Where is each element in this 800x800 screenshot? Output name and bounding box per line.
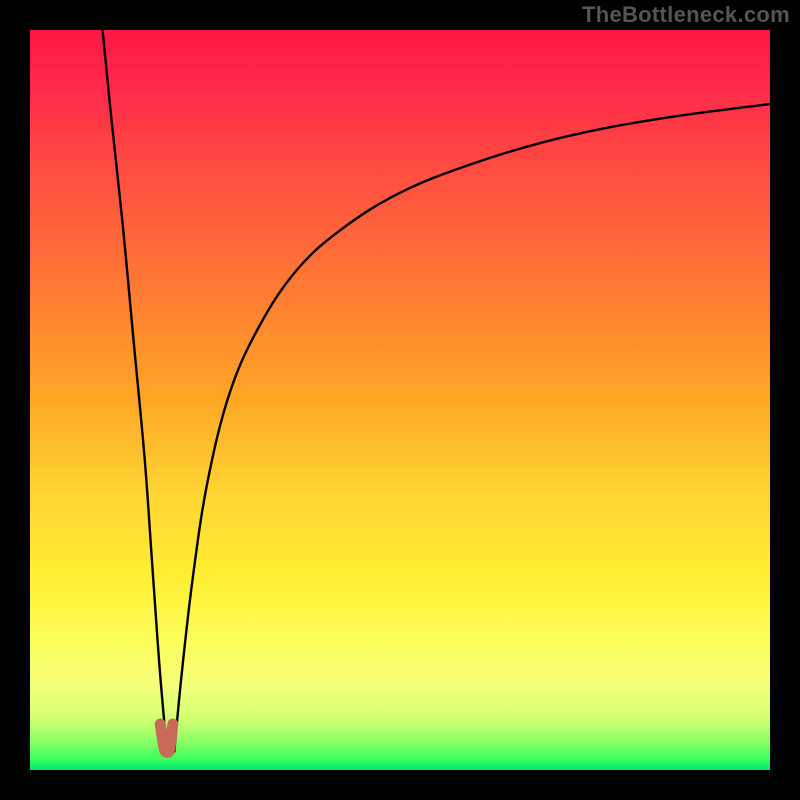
chart-container: TheBottleneck.com	[0, 0, 800, 800]
gradient-background	[30, 30, 770, 770]
plot-area	[30, 30, 770, 770]
watermark-text: TheBottleneck.com	[582, 2, 790, 28]
chart-svg	[30, 30, 770, 770]
